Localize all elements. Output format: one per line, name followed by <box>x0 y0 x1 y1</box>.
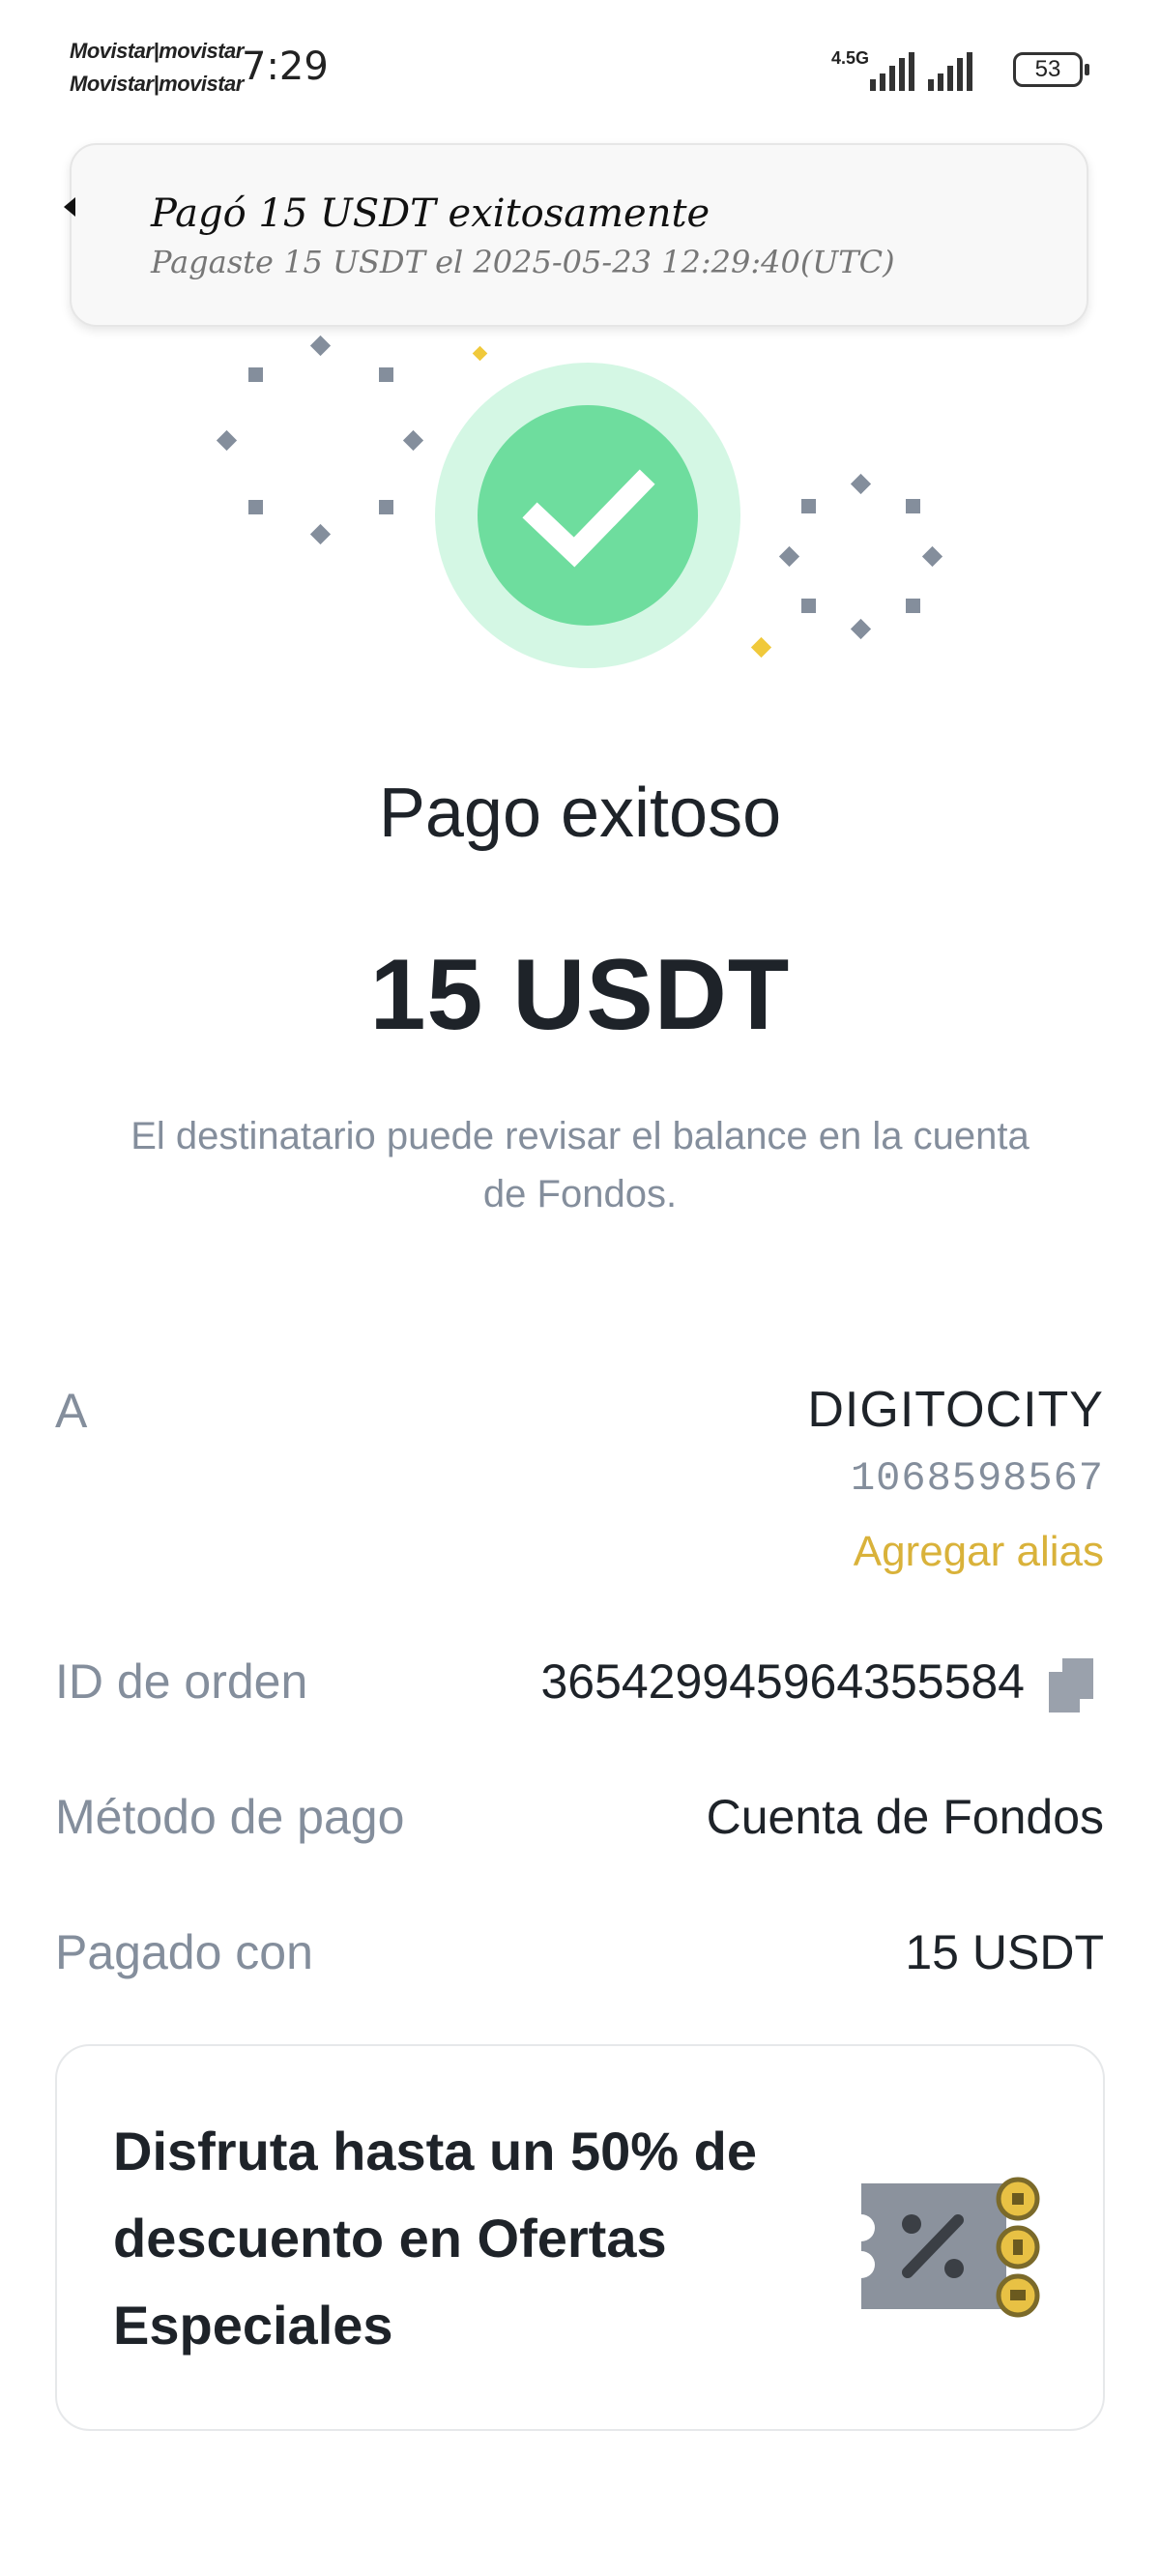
discount-coupon-icon <box>861 2177 1040 2318</box>
back-arrow-icon <box>64 197 75 217</box>
carrier-label-1: Movistar|movistar <box>70 39 244 63</box>
signal-icon <box>870 52 918 91</box>
status-time: 7:29 <box>242 44 329 89</box>
recipient-name: DIGITOCITY <box>807 1382 1104 1438</box>
decor-dot <box>750 636 772 659</box>
success-badge <box>478 405 698 626</box>
decor-dot <box>906 499 920 513</box>
decor-dot <box>309 523 332 545</box>
notification-title: Pagó 15 USDT exitosamente <box>151 191 710 236</box>
payment-method-value: Cuenta de Fondos <box>706 1790 1104 1844</box>
decor-dot <box>379 500 393 514</box>
order-id-value: 365429945964355584 <box>540 1654 1025 1709</box>
decor-dot <box>402 429 424 452</box>
promo-text: Disfruta hasta un 50% de descuento en Of… <box>113 2121 757 2356</box>
recipient-id: 1068598567 <box>850 1455 1104 1502</box>
recipient-label: A <box>55 1384 88 1438</box>
payment-method-label: Método de pago <box>55 1790 405 1844</box>
add-alias-link[interactable]: Agregar alias <box>854 1528 1104 1576</box>
decor-dot <box>850 618 872 640</box>
result-title: Pago exitoso <box>378 775 782 852</box>
decor-dot <box>921 545 943 568</box>
promo-card[interactable]: Disfruta hasta un 50% de descuento en Of… <box>55 2044 1105 2431</box>
decor-dot <box>309 335 332 357</box>
payment-notification[interactable]: Pagó 15 USDT exitosamente Pagaste 15 USD… <box>64 143 1088 327</box>
decor-dot <box>248 367 263 382</box>
decor-dot <box>801 499 816 513</box>
status-icons: 4.5G 53 <box>831 48 1089 97</box>
copy-icon[interactable] <box>1049 1658 1093 1712</box>
network-type: 4.5G <box>831 48 870 68</box>
order-id-label: ID de orden <box>55 1654 308 1709</box>
decor-dot <box>472 345 488 362</box>
decor-dot <box>248 500 263 514</box>
decor-dot <box>850 473 872 495</box>
battery-level: 53 <box>1034 56 1061 82</box>
paid-with-value: 15 USDT <box>905 1925 1104 1979</box>
signal-icon-2 <box>928 52 976 91</box>
status-bar: Movistar|movistar Movistar|movistar 7:29… <box>0 0 1160 135</box>
result-note: El destinatario puede revisar el balance… <box>130 1115 1030 1215</box>
battery-icon: 53 <box>1013 52 1089 87</box>
decor-dot <box>906 599 920 613</box>
carrier-label-2: Movistar|movistar <box>70 72 244 96</box>
success-illustration <box>0 329 1160 677</box>
decor-dot <box>778 545 800 568</box>
notification-subtitle: Pagaste 15 USDT el 2025-05-23 12:29:40(U… <box>151 244 895 280</box>
check-icon <box>522 469 655 568</box>
decor-dot <box>216 429 238 452</box>
decor-dot <box>801 599 816 613</box>
decor-dot <box>379 367 393 382</box>
paid-with-label: Pagado con <box>55 1925 313 1979</box>
result-amount: 15 USDT <box>369 939 791 1051</box>
